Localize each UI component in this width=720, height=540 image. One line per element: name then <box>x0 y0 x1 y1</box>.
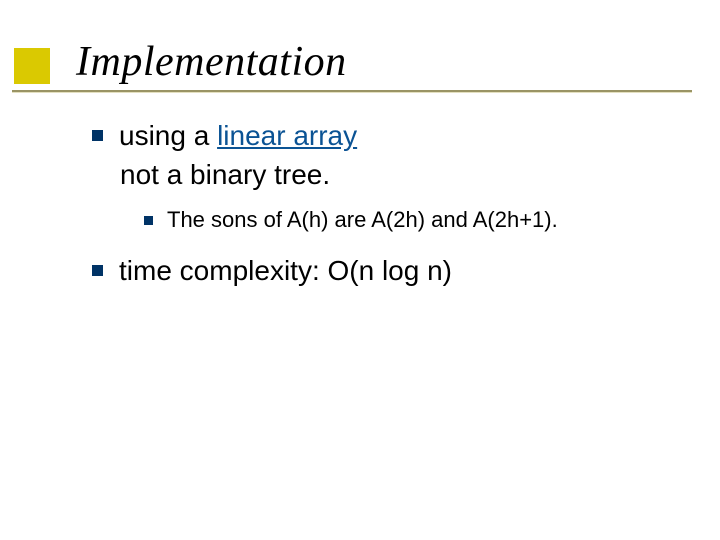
bullet-2-text: time complexity: O(n log n) <box>119 253 452 288</box>
slide: Implementation using a linear array not … <box>0 0 720 540</box>
slide-title: Implementation <box>76 38 347 86</box>
bullet-2: time complexity: O(n log n) <box>92 253 680 288</box>
accent-block <box>14 48 50 84</box>
square-bullet-icon <box>92 130 103 141</box>
square-bullet-icon <box>144 216 153 225</box>
bullet-1-pretext: using a <box>119 120 217 151</box>
linear-array-link[interactable]: linear array <box>217 120 357 151</box>
bullet-1-line2: not a binary tree. <box>120 157 680 192</box>
bullet-1: using a linear array <box>92 118 680 153</box>
square-bullet-icon <box>92 265 103 276</box>
bullet-1-line1: using a linear array <box>119 118 357 153</box>
bullet-1-sub-1-text: The sons of A(h) are A(2h) and A(2h+1). <box>167 206 558 235</box>
bullet-1-sub-1: The sons of A(h) are A(2h) and A(2h+1). <box>144 206 680 235</box>
title-underline <box>12 90 692 92</box>
slide-body: using a linear array not a binary tree. … <box>92 118 680 292</box>
